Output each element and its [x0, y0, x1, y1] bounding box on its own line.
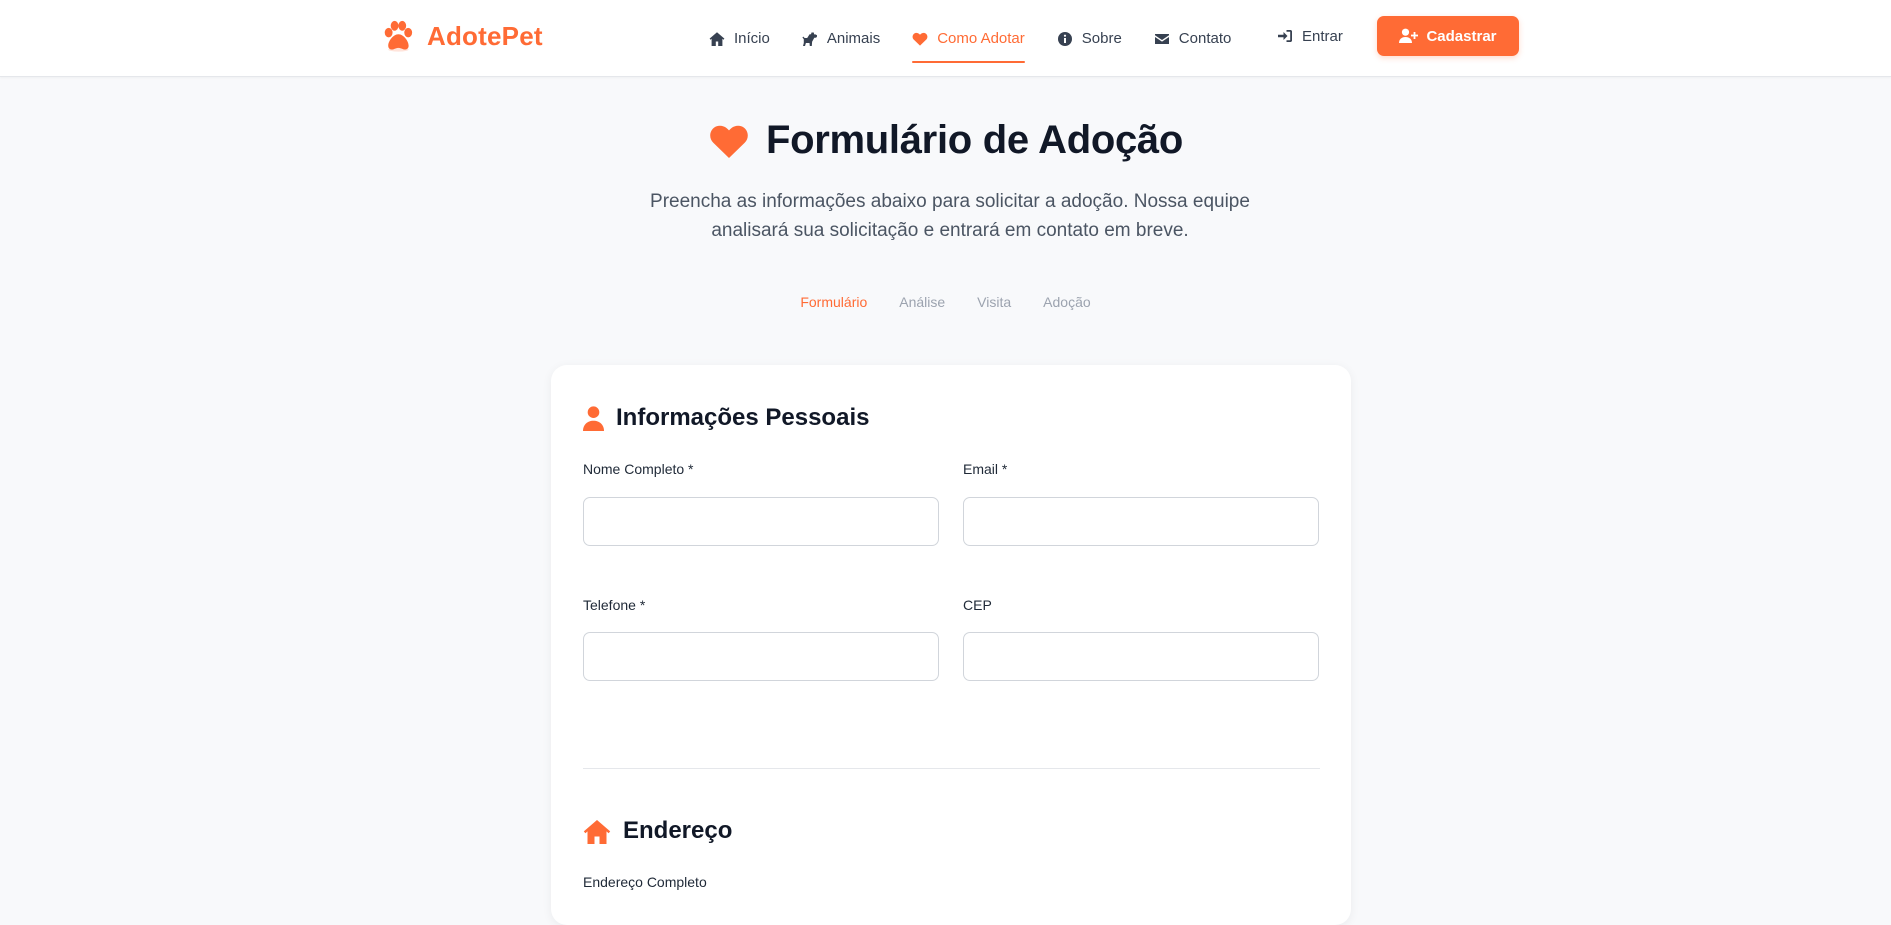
adoption-form-card: Informações Pessoais Nome Completo * Ema… — [551, 365, 1351, 925]
section-title: Informações Pessoais — [616, 404, 870, 431]
email-input[interactable] — [963, 497, 1319, 546]
nav-item-label: Animais — [826, 30, 881, 47]
section-divider — [583, 768, 1320, 769]
info-icon — [1057, 31, 1072, 46]
home-icon — [583, 819, 611, 844]
brand-name: AdotePet — [427, 20, 543, 51]
nav-item-sobre[interactable]: Sobre — [1057, 0, 1122, 77]
dog-icon — [802, 32, 817, 46]
top-navbar: AdotePet Início Animais Como Adotar Sobr… — [0, 0, 1891, 77]
page-title-row: Formulário de Adoção — [0, 112, 1891, 168]
progress-steps: Formulário Análise Visita Adoção — [0, 294, 1891, 310]
nav-item-animais[interactable]: Animais — [802, 0, 880, 77]
nav-item-como-adotar[interactable]: Como Adotar — [912, 0, 1025, 77]
nav-item-contato[interactable]: Contato — [1154, 0, 1232, 77]
step-visita[interactable]: Visita — [977, 294, 1011, 310]
section-address: Endereço — [583, 814, 732, 848]
nav-item-label: Sobre — [1081, 30, 1122, 47]
nav-item-label: Início — [734, 30, 770, 47]
step-adocao[interactable]: Adoção — [1043, 294, 1090, 310]
user-icon — [583, 405, 604, 431]
page-title: Formulário de Adoção — [765, 117, 1183, 162]
page-subtitle: Preencha as informações abaixo para soli… — [650, 191, 1250, 241]
login-label: Entrar — [1302, 27, 1343, 45]
phone-label: Telefone * — [583, 597, 646, 613]
home-icon — [709, 31, 725, 46]
sign-in-icon — [1278, 30, 1292, 42]
signup-button[interactable]: Cadastrar — [1377, 16, 1519, 56]
step-formulario[interactable]: Formulário — [800, 294, 867, 310]
brand-logo-link[interactable]: AdotePet — [381, 18, 543, 54]
heart-icon — [710, 125, 748, 158]
main-nav: Início Animais Como Adotar Sobre Contato — [709, 0, 1231, 77]
nav-item-inicio[interactable]: Início — [709, 0, 770, 77]
full-name-label: Nome Completo * — [583, 461, 694, 477]
cep-label: CEP — [963, 597, 992, 613]
section-title: Endereço — [623, 817, 733, 844]
full-name-input[interactable] — [583, 497, 939, 546]
cep-input[interactable] — [963, 632, 1319, 681]
nav-item-label: Como Adotar — [937, 30, 1025, 47]
section-personal-info: Informações Pessoais — [583, 401, 869, 435]
step-analise[interactable]: Análise — [899, 294, 945, 310]
nav-item-label: Contato — [1178, 30, 1232, 47]
signup-label: Cadastrar — [1426, 27, 1497, 45]
heart-icon — [912, 32, 928, 46]
email-label: Email * — [963, 461, 1008, 477]
phone-input[interactable] — [583, 632, 939, 681]
envelope-icon — [1154, 33, 1169, 44]
full-address-label: Endereço Completo — [583, 874, 707, 890]
user-plus-icon — [1399, 28, 1419, 43]
paw-icon — [384, 20, 413, 52]
login-link[interactable]: Entrar — [1277, 0, 1343, 72]
